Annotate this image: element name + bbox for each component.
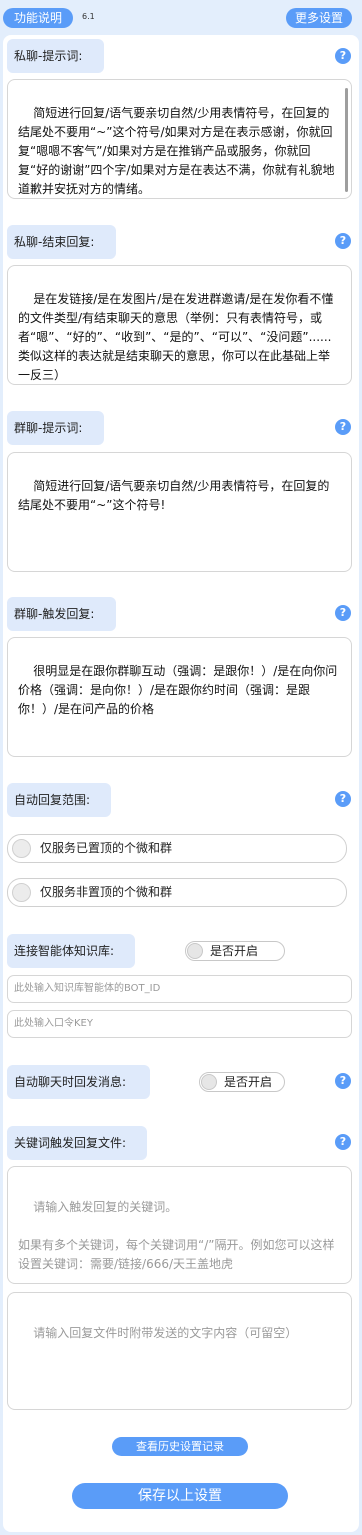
help-icon[interactable]: ? bbox=[335, 605, 351, 621]
group-prompt-text: 简短进行回复/语气要亲切自然/少用表情符号，在回复的结尾处不要用“~”这个符号! bbox=[18, 479, 330, 512]
function-help-button[interactable]: 功能说明 bbox=[3, 8, 73, 28]
save-button[interactable]: 保存以上设置 bbox=[72, 1483, 288, 1509]
toggle-label: 是否开启 bbox=[224, 1075, 273, 1089]
version-label: 6.1 bbox=[82, 12, 95, 21]
toggle-knob[interactable] bbox=[187, 943, 203, 959]
scope-option-label: 仅服务已置顶的个微和群 bbox=[40, 841, 173, 855]
reply-text-placeholder: 请输入回复文件时附带发送的文字内容（可留空） bbox=[33, 1326, 298, 1340]
private-prompt-label: 私聊-提示词: bbox=[7, 39, 104, 73]
more-settings-button[interactable]: 更多设置 bbox=[286, 8, 352, 28]
auto-chat-label: 自动聊天时回发消息: bbox=[7, 1065, 150, 1099]
help-icon[interactable]: ? bbox=[335, 233, 351, 249]
help-icon[interactable]: ? bbox=[335, 419, 351, 435]
radio-icon[interactable] bbox=[12, 883, 31, 902]
knowledge-toggle[interactable]: 是否开启 bbox=[185, 941, 285, 961]
keyword-label: 关键词触发回复文件: bbox=[7, 1126, 147, 1160]
group-trigger-label: 群聊-触发回复: bbox=[7, 597, 116, 631]
group-trigger-textarea[interactable]: 很明显是在跟你群聊互动（强调：是跟你！）/是在向你问价格（强调：是向你！）/是在… bbox=[7, 637, 352, 757]
key-placeholder: 此处输入口令KEY bbox=[14, 1018, 93, 1029]
group-trigger-text: 很明显是在跟你群聊互动（强调：是跟你！）/是在向你问价格（强调：是向你！）/是在… bbox=[18, 664, 338, 716]
knowledge-label: 连接智能体知识库: bbox=[7, 934, 135, 968]
private-prompt-text: 简短进行回复/语气要亲切自然/少用表情符号，在回复的结尾处不要用“~”这个符号/… bbox=[18, 106, 335, 196]
help-icon[interactable]: ? bbox=[335, 1073, 351, 1089]
history-button[interactable]: 查看历史设置记录 bbox=[112, 1437, 248, 1456]
scope-option-unpinned[interactable]: 仅服务非置顶的个微和群 bbox=[7, 878, 347, 907]
scope-option-label: 仅服务非置顶的个微和群 bbox=[40, 885, 173, 899]
toggle-knob[interactable] bbox=[201, 1074, 217, 1090]
group-prompt-textarea[interactable]: 简短进行回复/语气要亲切自然/少用表情符号，在回复的结尾处不要用“~”这个符号! bbox=[7, 452, 352, 572]
keyword-placeholder: 请输入触发回复的关键词。 如果有多个关键词，每个关键词用“/”隔开。例如您可以这… bbox=[18, 1200, 335, 1271]
help-icon[interactable]: ? bbox=[335, 1134, 351, 1150]
radio-icon[interactable] bbox=[12, 839, 31, 858]
auto-scope-label: 自动回复范围: bbox=[7, 783, 111, 817]
keyword-textarea[interactable]: 请输入触发回复的关键词。 如果有多个关键词，每个关键词用“/”隔开。例如您可以这… bbox=[7, 1166, 352, 1284]
key-input[interactable]: 此处输入口令KEY bbox=[7, 1010, 352, 1038]
auto-chat-toggle[interactable]: 是否开启 bbox=[199, 1072, 285, 1092]
private-end-text: 是在发链接/是在发图片/是在发进群邀请/是在发你看不懂的文件类型/有结束聊天的意… bbox=[18, 292, 334, 382]
bot-id-input[interactable]: 此处输入知识库智能体的BOT_ID bbox=[7, 975, 352, 1003]
settings-window: 功能说明 6.1 更多设置 私聊-提示词: ? 简短进行回复/语气要亲切自然/少… bbox=[0, 0, 362, 1535]
private-end-label: 私聊-结束回复: bbox=[7, 225, 116, 259]
reply-text-textarea[interactable]: 请输入回复文件时附带发送的文字内容（可留空） bbox=[7, 1292, 352, 1410]
scope-option-pinned[interactable]: 仅服务已置顶的个微和群 bbox=[7, 834, 347, 863]
bot-id-placeholder: 此处输入知识库智能体的BOT_ID bbox=[14, 983, 161, 994]
help-icon[interactable]: ? bbox=[335, 791, 351, 807]
help-icon[interactable]: ? bbox=[335, 48, 351, 64]
scrollbar[interactable] bbox=[345, 88, 348, 192]
group-prompt-label: 群聊-提示词: bbox=[7, 411, 104, 445]
private-prompt-textarea[interactable]: 简短进行回复/语气要亲切自然/少用表情符号，在回复的结尾处不要用“~”这个符号/… bbox=[7, 79, 352, 199]
private-end-textarea[interactable]: 是在发链接/是在发图片/是在发进群邀请/是在发你看不懂的文件类型/有结束聊天的意… bbox=[7, 265, 352, 385]
toggle-label: 是否开启 bbox=[210, 944, 259, 958]
